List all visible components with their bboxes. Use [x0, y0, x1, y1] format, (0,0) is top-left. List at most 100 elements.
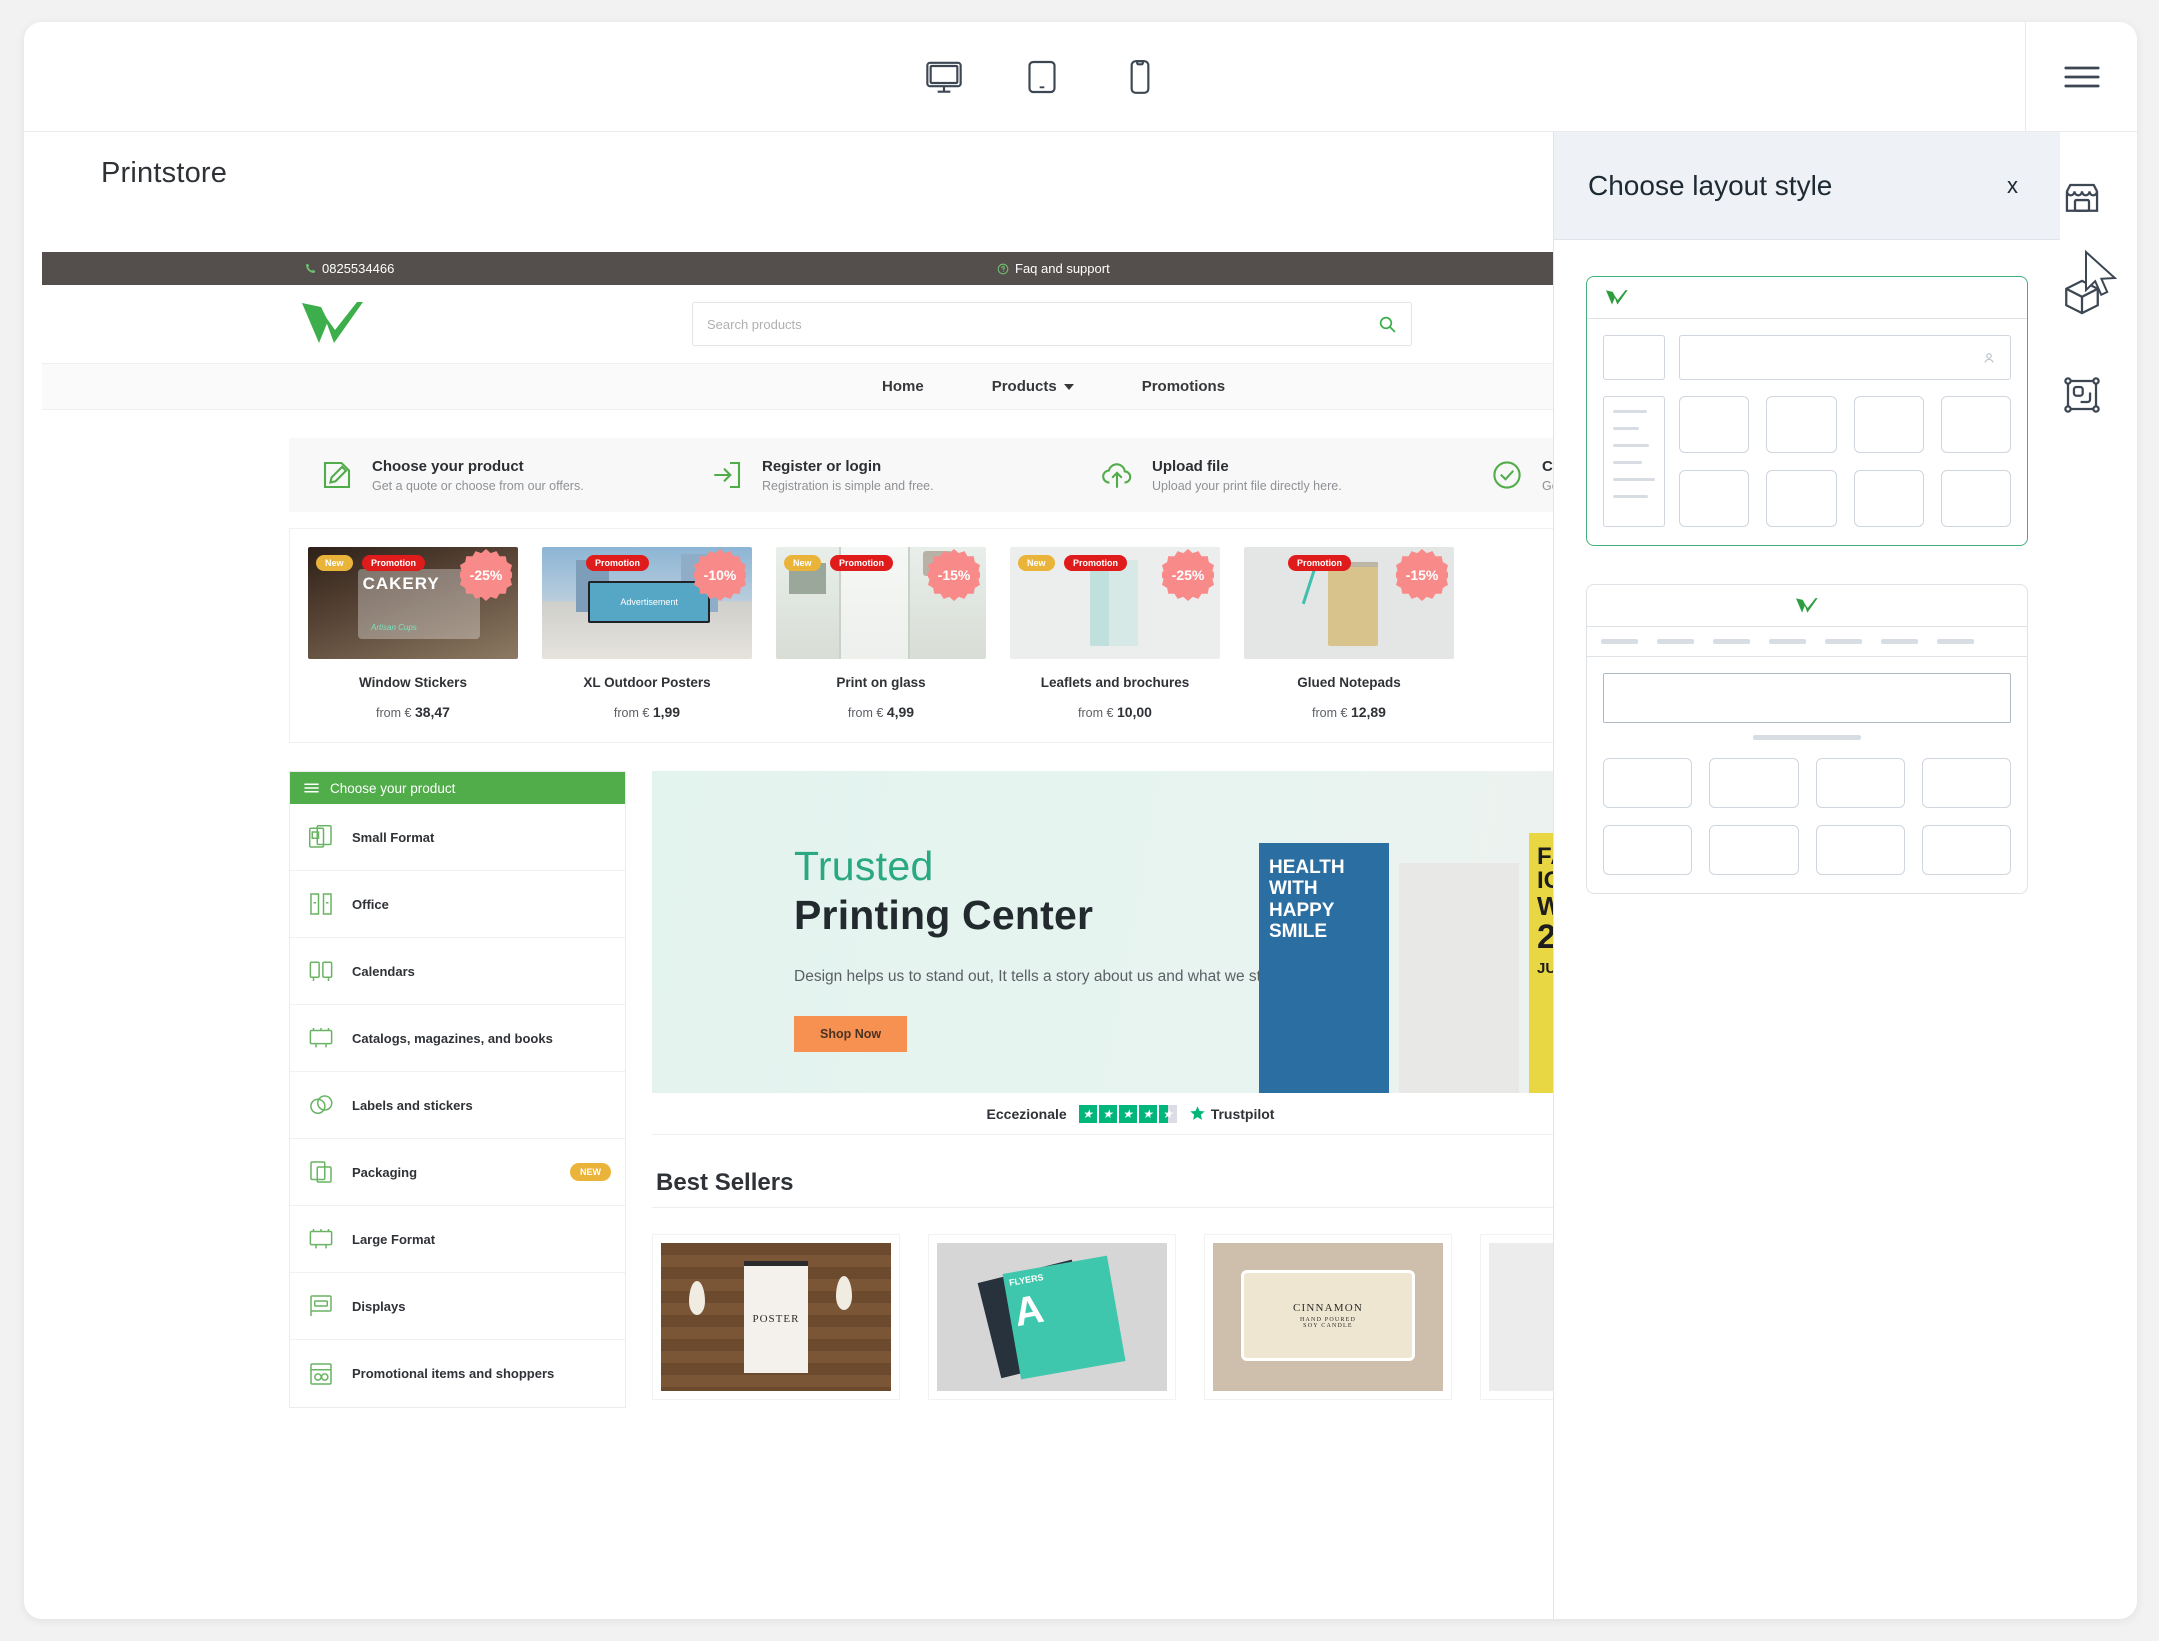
- feature-title: Choose your product: [372, 457, 524, 475]
- feature-item[interactable]: Choose your product Get a quote or choos…: [289, 457, 679, 493]
- w-checkmark-logo[interactable]: [300, 299, 366, 347]
- device-tab-tablet[interactable]: [1015, 50, 1069, 104]
- check-circle-icon: [1493, 461, 1521, 489]
- category-item-catalogs[interactable]: Catalogs, magazines, and books: [290, 1005, 625, 1072]
- category-label: Labels and stickers: [352, 1097, 473, 1113]
- promo-card[interactable]: New Promotion -15% Print on glass from €…: [776, 547, 986, 720]
- best-seller-card[interactable]: FLYERS A: [928, 1234, 1176, 1400]
- category-item-packaging[interactable]: Packaging NEW: [290, 1139, 625, 1206]
- nav-item-products[interactable]: Products: [992, 378, 1074, 395]
- nav-item-home[interactable]: Home: [882, 378, 924, 395]
- rail-item-layout[interactable]: [2055, 368, 2109, 422]
- category-sidebar: Choose your product Small Format Office …: [289, 771, 626, 1408]
- screen-root: Printstore 0825534466 Faq and support Se…: [0, 0, 2159, 1641]
- promo-image: New Promotion -25%: [1010, 547, 1220, 659]
- search-box[interactable]: [692, 302, 1412, 346]
- promo-price-value: 12,89: [1350, 704, 1386, 720]
- wireframe-tile: [1940, 396, 2011, 453]
- search-icon[interactable]: [1378, 315, 1397, 334]
- best-sellers-row: POSTER FLYERS A CINNAMON HAND POURED SOY…: [652, 1234, 1728, 1400]
- badge-promotion: Promotion: [586, 555, 649, 571]
- trustpilot-stars: ★ ★ ★ ★ ★: [1078, 1104, 1177, 1123]
- wireframe-nav-link: [1881, 639, 1918, 644]
- shop-now-button[interactable]: Shop Now: [794, 1016, 908, 1053]
- promo-image: New Promotion -15%: [776, 547, 986, 659]
- promo-card[interactable]: CAKERY Artisan Cups New Promotion -25% W…: [308, 547, 518, 720]
- wireframe-tile: [1921, 758, 2011, 808]
- wireframe-logo-bar: [1587, 585, 2027, 627]
- layout-option-centered-hero[interactable]: [1586, 584, 2028, 894]
- hamburger-menu-icon: [2063, 66, 2100, 87]
- feature-item[interactable]: Upload file Upload your print file direc…: [1069, 457, 1459, 493]
- search-input[interactable]: [707, 316, 1378, 332]
- labels-icon: [310, 1095, 333, 1114]
- nav-label-home: Home: [882, 378, 924, 395]
- badge-discount: -15%: [1396, 549, 1448, 601]
- category-item-large-format[interactable]: Large Format: [290, 1206, 625, 1273]
- layout-frame-icon: [2063, 377, 2100, 413]
- promo-title: Print on glass: [836, 675, 926, 690]
- category-label: Small Format: [352, 829, 435, 845]
- best-seller-card[interactable]: POSTER: [652, 1234, 900, 1400]
- hero-banner: Trusted Printing Center Design helps us …: [652, 771, 1609, 1093]
- wireframe-tile: [1603, 825, 1693, 875]
- category-item-calendars[interactable]: Calendars: [290, 938, 625, 1005]
- phone-icon: [306, 263, 316, 273]
- category-label: Promotional items and shoppers: [352, 1366, 555, 1381]
- best-seller-image: CINNAMON HAND POURED SOY CANDLE: [1213, 1243, 1443, 1391]
- category-item-promotional-items[interactable]: Promotional items and shoppers: [290, 1340, 625, 1407]
- promo-price: from € 4,99: [776, 704, 986, 720]
- main-column: Trusted Printing Center Design helps us …: [652, 771, 1728, 1408]
- device-tab-desktop[interactable]: [917, 50, 971, 104]
- category-item-office[interactable]: Office: [290, 871, 625, 938]
- promo-price: from € 1,99: [542, 704, 752, 720]
- close-panel-button[interactable]: x: [2007, 173, 2018, 199]
- category-sidebar-header[interactable]: Choose your product: [290, 772, 625, 804]
- wireframe-tile: [1709, 758, 1799, 808]
- promo-image: Promotion -15%: [1244, 547, 1454, 659]
- topbar-phone[interactable]: 0825534466: [304, 261, 394, 276]
- category-item-labels[interactable]: Labels and stickers: [290, 1072, 625, 1139]
- nav-item-promotions[interactable]: Promotions: [1142, 378, 1225, 395]
- promo-title: Window Stickers: [359, 675, 467, 690]
- hero-line1: Trusted: [794, 843, 934, 889]
- large-format-icon: [309, 1229, 333, 1249]
- trustpilot-brand: Trustpilot: [1189, 1105, 1274, 1122]
- help-circle-icon: [997, 263, 1009, 274]
- category-label: Calendars: [352, 963, 415, 979]
- promo-card[interactable]: Promotion -15% Glued Notepads from € 12,…: [1244, 547, 1454, 720]
- device-tab-mobile[interactable]: [1113, 50, 1167, 104]
- feature-item[interactable]: Register or login Registration is simple…: [679, 457, 1069, 493]
- promo-price-value: 10,00: [1116, 704, 1152, 720]
- badge-discount: -15%: [928, 549, 980, 601]
- promo-card[interactable]: Advertisement Promotion -10% XL Outdoor …: [542, 547, 752, 720]
- best-seller-card[interactable]: CINNAMON HAND POURED SOY CANDLE: [1204, 1234, 1452, 1400]
- trustpilot-rating-word: Eccezionale: [986, 1105, 1067, 1122]
- wireframe-tile: [1766, 396, 1837, 453]
- badge-discount-label: -25%: [469, 567, 503, 583]
- wireframe-hero: [1603, 673, 2011, 723]
- badge-promotion: Promotion: [1064, 555, 1127, 571]
- topbar-phone-label: 0825534466: [322, 261, 395, 276]
- calendar-icon: [309, 961, 333, 981]
- divider: [652, 1207, 1609, 1208]
- promotions-row: CAKERY Artisan Cups New Promotion -25% W…: [290, 547, 1608, 720]
- wireframe-tile: [1766, 470, 1837, 527]
- wireframe-nav-link: [1657, 639, 1694, 644]
- chevron-down-icon: [1063, 383, 1074, 390]
- category-item-displays[interactable]: Displays: [290, 1273, 625, 1340]
- wireframe-tile: [1679, 470, 1750, 527]
- layout-option-sidebar-grid[interactable]: [1586, 276, 2028, 546]
- promo-card[interactable]: New Promotion -25% Leaflets and brochure…: [1010, 547, 1220, 720]
- rail-item-products[interactable]: [2055, 270, 2109, 324]
- feature-desc: Upload your print file directly here.: [1152, 478, 1342, 493]
- wireframe-top-row: [1603, 335, 2011, 380]
- wireframe-nav-link: [1937, 639, 1974, 644]
- wireframe-body: [1587, 319, 2027, 545]
- rail-item-store[interactable]: [2055, 172, 2109, 226]
- category-label: Packaging: [352, 1164, 418, 1180]
- category-item-small-format[interactable]: Small Format: [290, 804, 625, 871]
- wireframe-nav-bar: [1587, 627, 2027, 657]
- hamburger-menu-button[interactable]: [2026, 22, 2137, 132]
- topbar-faq[interactable]: Faq and support: [997, 261, 1110, 276]
